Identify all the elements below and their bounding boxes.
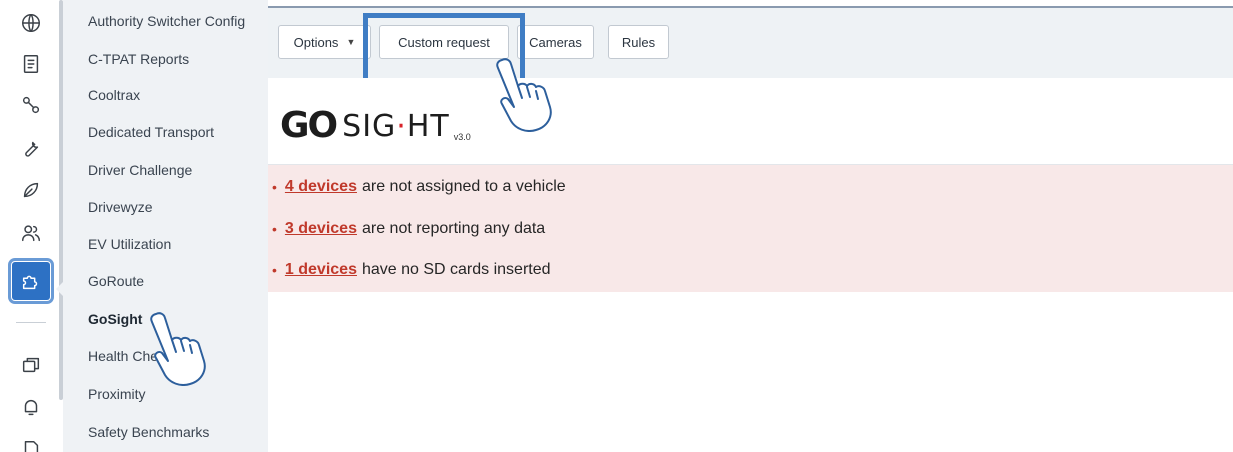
windows-icon[interactable] [16, 350, 46, 380]
options-label: Options [293, 34, 339, 50]
submenu-item-proximity[interactable]: Proximity [88, 386, 146, 402]
puzzle-icon[interactable] [8, 258, 54, 304]
globe-icon[interactable] [16, 8, 46, 38]
alert-item: • 3 devices are not reporting any data [272, 220, 545, 238]
active-pointer [56, 282, 63, 296]
hand-pointer-icon [488, 56, 558, 132]
logo-dot: · [396, 109, 407, 144]
route-icon[interactable] [16, 90, 46, 120]
submenu-item-authority-switcher-config[interactable]: Authority Switcher Config [88, 13, 245, 29]
alert-item: • 1 devices have no SD cards inserted [272, 261, 551, 279]
rail-divider [16, 322, 46, 323]
hand-pointer-icon [142, 310, 212, 386]
submenu-item-dedicated-transport[interactable]: Dedicated Transport [88, 124, 214, 140]
rules-button[interactable]: Rules [608, 25, 669, 59]
cameras-button[interactable]: Cameras [517, 25, 594, 59]
submenu-item-goroute[interactable]: GoRoute [88, 273, 144, 289]
bullet-icon: • [272, 262, 277, 278]
logo-version: v3.0 [453, 132, 471, 142]
document-icon[interactable] [16, 435, 46, 452]
wrench-icon[interactable] [16, 133, 46, 163]
bullet-icon: • [272, 221, 277, 237]
custom-request-button[interactable]: Custom request [379, 25, 509, 59]
logo-go: GO [280, 105, 338, 146]
submenu-item-gosight[interactable]: GoSight [88, 311, 142, 327]
leaf-icon[interactable] [16, 175, 46, 205]
alert-text: have no SD cards inserted [361, 261, 551, 278]
icon-rail [0, 0, 63, 452]
chevron-down-icon: ▼ [346, 37, 356, 47]
logo-sight: SIG·HT [342, 109, 450, 144]
main-panel: Options ▼ Custom request Cameras Rules G… [268, 0, 1233, 452]
submenu-item-ctpat-reports[interactable]: C-TPAT Reports [88, 51, 189, 67]
gosight-logo: GO SIG·HT v3.0 [280, 104, 471, 144]
submenu-item-safety-benchmarks[interactable]: Safety Benchmarks [88, 424, 209, 440]
alert-text: are not assigned to a vehicle [361, 178, 566, 195]
toolbar: Options ▼ Custom request Cameras Rules [268, 8, 1233, 83]
alert-link[interactable]: 3 devices [285, 220, 357, 238]
receipt-icon[interactable] [16, 49, 46, 79]
alert-link[interactable]: 4 devices [285, 178, 357, 196]
submenu-item-ev-utilization[interactable]: EV Utilization [88, 236, 171, 252]
submenu-item-drivewyze[interactable]: Drivewyze [88, 199, 153, 215]
options-button[interactable]: Options ▼ [278, 25, 371, 59]
bullet-icon: • [272, 179, 277, 195]
alert-link[interactable]: 1 devices [285, 261, 357, 279]
alert-text: are not reporting any data [361, 220, 546, 237]
logo-area: GO SIG·HT v3.0 [268, 78, 1233, 165]
users-icon[interactable] [16, 218, 46, 248]
alert-item: • 4 devices are not assigned to a vehicl… [272, 178, 566, 196]
alerts-panel: • 4 devices are not assigned to a vehicl… [268, 165, 1233, 292]
submenu-item-driver-challenge[interactable]: Driver Challenge [88, 162, 192, 178]
submenu-item-cooltrax[interactable]: Cooltrax [88, 87, 140, 103]
bell-icon[interactable] [16, 392, 46, 422]
